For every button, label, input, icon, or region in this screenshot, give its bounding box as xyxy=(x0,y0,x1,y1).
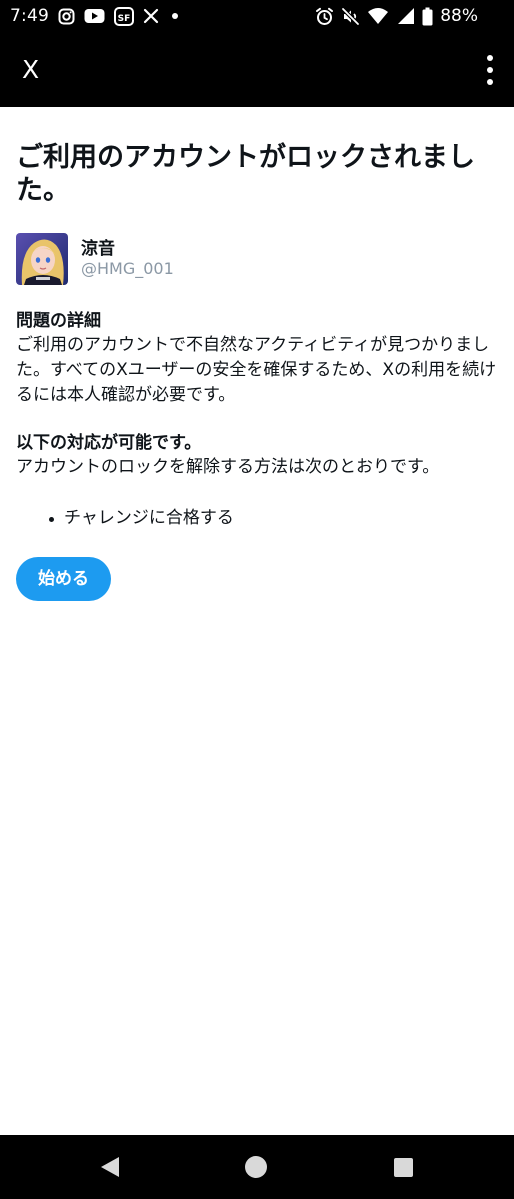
page-title: ご利用のアカウントがロックされました。 xyxy=(16,142,475,206)
app-bar: X xyxy=(0,33,514,107)
wifi-icon xyxy=(367,7,389,25)
recents-icon[interactable] xyxy=(394,1158,413,1177)
profile-handle: @HMG_001 xyxy=(81,259,174,278)
details-body: ご利用のアカウントで不自然なアクティビティが見つかりました。すべてのXユーザーの… xyxy=(16,335,497,405)
mute-icon xyxy=(341,7,360,26)
youtube-icon xyxy=(84,8,105,24)
profile-name: 涼音 xyxy=(81,239,115,259)
status-time: 7:49 xyxy=(10,6,49,26)
navigation-bar xyxy=(0,1135,514,1199)
back-icon[interactable] xyxy=(98,1155,122,1179)
options-heading: 以下の対応が可能です。 xyxy=(16,433,202,453)
details-heading: 問題の詳細 xyxy=(16,311,101,331)
status-left: 7:49 SF xyxy=(10,5,182,27)
signal-icon xyxy=(396,7,415,25)
options-list: チャレンジに合格する xyxy=(16,506,500,531)
profile-card: 涼音 @HMG_001 xyxy=(16,233,500,285)
sf-app-icon: SF xyxy=(113,6,134,26)
x-logo-icon xyxy=(143,8,159,24)
start-button[interactable]: 始める xyxy=(16,557,111,601)
avatar xyxy=(16,233,68,285)
app-title: X xyxy=(22,55,40,84)
overflow-menu-icon[interactable] xyxy=(484,55,496,85)
instagram-icon xyxy=(58,8,75,25)
alarm-icon xyxy=(315,7,334,26)
status-right: 88% xyxy=(315,5,478,27)
main-content: ご利用のアカウントがロックされました。 涼音 @HMG_001 問題の詳細 ご利… xyxy=(16,107,500,601)
battery-icon xyxy=(422,7,433,26)
options-body: アカウントのロックを解除する方法は次のとおりです。 xyxy=(16,457,440,477)
list-item: チャレンジに合格する xyxy=(49,506,500,531)
screen: 7:49 SF 88% X ご利用のアカウントがロックされました。 涼音 @HM… xyxy=(0,0,514,1199)
svg-text:SF: SF xyxy=(118,14,131,24)
dot-icon xyxy=(168,9,182,23)
status-bar: 7:49 SF 88% xyxy=(0,0,514,33)
home-icon[interactable] xyxy=(245,1156,267,1178)
battery-percentage: 88% xyxy=(440,6,478,26)
